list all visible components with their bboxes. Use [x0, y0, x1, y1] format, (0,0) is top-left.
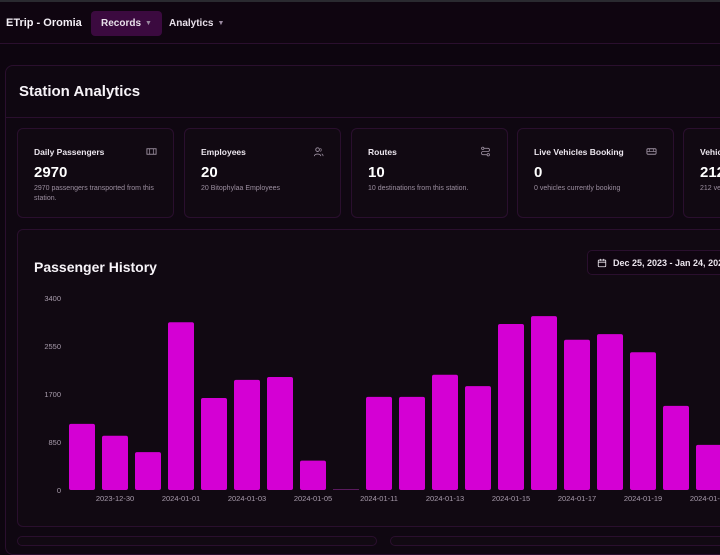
bar-2024-01-11[interactable] [366, 396, 392, 490]
chevron-down-icon: ▼ [145, 20, 152, 27]
stat-label: Live Vehicles Booking [534, 147, 624, 157]
stat-card-employees: Employees 20 20 Bitophylaa Employees [184, 128, 341, 218]
stat-description: 20 Bitophylaa Employees [201, 185, 280, 192]
stat-value: 212 [700, 164, 720, 181]
users-icon [313, 147, 324, 157]
bottom-card-right [390, 536, 720, 546]
bar-2024-01-14[interactable] [465, 386, 491, 490]
bar-2024-01-20[interactable] [663, 405, 689, 490]
bar-2024-01-17[interactable] [564, 339, 590, 490]
nav-analytics[interactable]: Analytics ▼ [159, 11, 234, 36]
ticket-icon [146, 148, 157, 155]
bar-2024-01-03[interactable] [234, 379, 260, 490]
stat-card-routes: Routes 10 10 destinations from this stat… [351, 128, 508, 218]
page-title: Station Analytics [19, 83, 141, 100]
nav-analytics-label: Analytics [169, 18, 214, 29]
stat-value: 0 [534, 164, 543, 181]
bar-2024-01-16[interactable] [531, 316, 557, 490]
bar-2023-12-29[interactable] [69, 423, 95, 490]
stat-label: Routes [368, 147, 397, 157]
x-tick-label: 2024-01-03 [228, 494, 266, 503]
stat-description: 2970 passengers transported from this st… [34, 185, 154, 202]
y-tick-label: 0 [57, 486, 61, 495]
bar-2024-01-12[interactable] [399, 396, 425, 490]
x-tick-label: 2024-01-17 [558, 494, 596, 503]
x-tick-label: 2024-01-21 [690, 494, 720, 503]
stat-label: Vehicles [700, 147, 720, 157]
bar-2024-01-13[interactable] [432, 374, 458, 490]
bus-icon [646, 148, 657, 155]
y-tick-label: 850 [48, 438, 61, 447]
stat-value: 10 [368, 164, 385, 181]
bar-2024-01-04[interactable] [267, 377, 293, 490]
bottom-card-left [17, 536, 377, 546]
stat-card-daily-passengers: Daily Passengers 2970 2970 passengers tr… [17, 128, 174, 218]
x-tick-label: 2024-01-13 [426, 494, 464, 503]
stat-description: 10 destinations from this station. [368, 185, 469, 192]
bar-2024-01-01[interactable] [168, 322, 194, 490]
bar-2024-01-19[interactable] [630, 352, 656, 490]
bar-2024-01-21[interactable] [696, 444, 720, 490]
bar-2023-12-31[interactable] [135, 452, 161, 490]
bar-2024-01-18[interactable] [597, 334, 623, 490]
bar-2024-01-05[interactable] [300, 460, 326, 490]
passenger-history-card: Passenger History Dec 25, 2023 - Jan 24,… [17, 229, 720, 527]
bar-2024-01-02[interactable] [201, 397, 227, 490]
chevron-down-icon: ▼ [217, 20, 225, 27]
x-tick-label: 2024-01-19 [624, 494, 662, 503]
y-tick-label: 2550 [44, 342, 61, 351]
y-tick-label: 1700 [44, 390, 61, 399]
top-navbar: ETrip - Oromia Records ▼ Analytics ▼ [0, 0, 720, 44]
nav-records-label: Records [101, 18, 142, 29]
nav-records[interactable]: Records ▼ [91, 11, 162, 36]
passenger-history-chart: 0 850 1700 2550 3400 2023-12-30 2024-01-01 2024… [44, 294, 720, 503]
x-tick-label: 2024-01-01 [162, 494, 200, 503]
stat-value: 20 [201, 164, 218, 181]
route-icon [481, 146, 490, 157]
bar-2023-12-30[interactable] [102, 435, 128, 490]
panel-header: Station Analytics [6, 66, 720, 118]
x-tick-label: 2023-12-30 [96, 494, 134, 503]
brand-title: ETrip - Oromia [6, 17, 82, 29]
bar-2024-01-10[interactable] [333, 489, 359, 490]
x-tick-label: 2024-01-05 [294, 494, 332, 503]
bar-2024-01-15[interactable] [498, 323, 524, 490]
stat-label: Employees [201, 147, 246, 157]
stat-label: Daily Passengers [34, 147, 105, 157]
x-tick-label: 2024-01-11 [360, 494, 398, 503]
y-tick-label: 3400 [44, 294, 61, 303]
stat-description: 0 vehicles currently booking [534, 185, 621, 192]
stat-description: 212 vehicles [700, 185, 720, 192]
x-tick-label: 2024-01-15 [492, 494, 530, 503]
stat-value: 2970 [34, 164, 68, 181]
stat-card-vehicles: Vehicles 212 212 vehicles [683, 128, 720, 218]
stat-card-live-vehicles-booking: Live Vehicles Booking 0 0 vehicles curre… [517, 128, 674, 218]
